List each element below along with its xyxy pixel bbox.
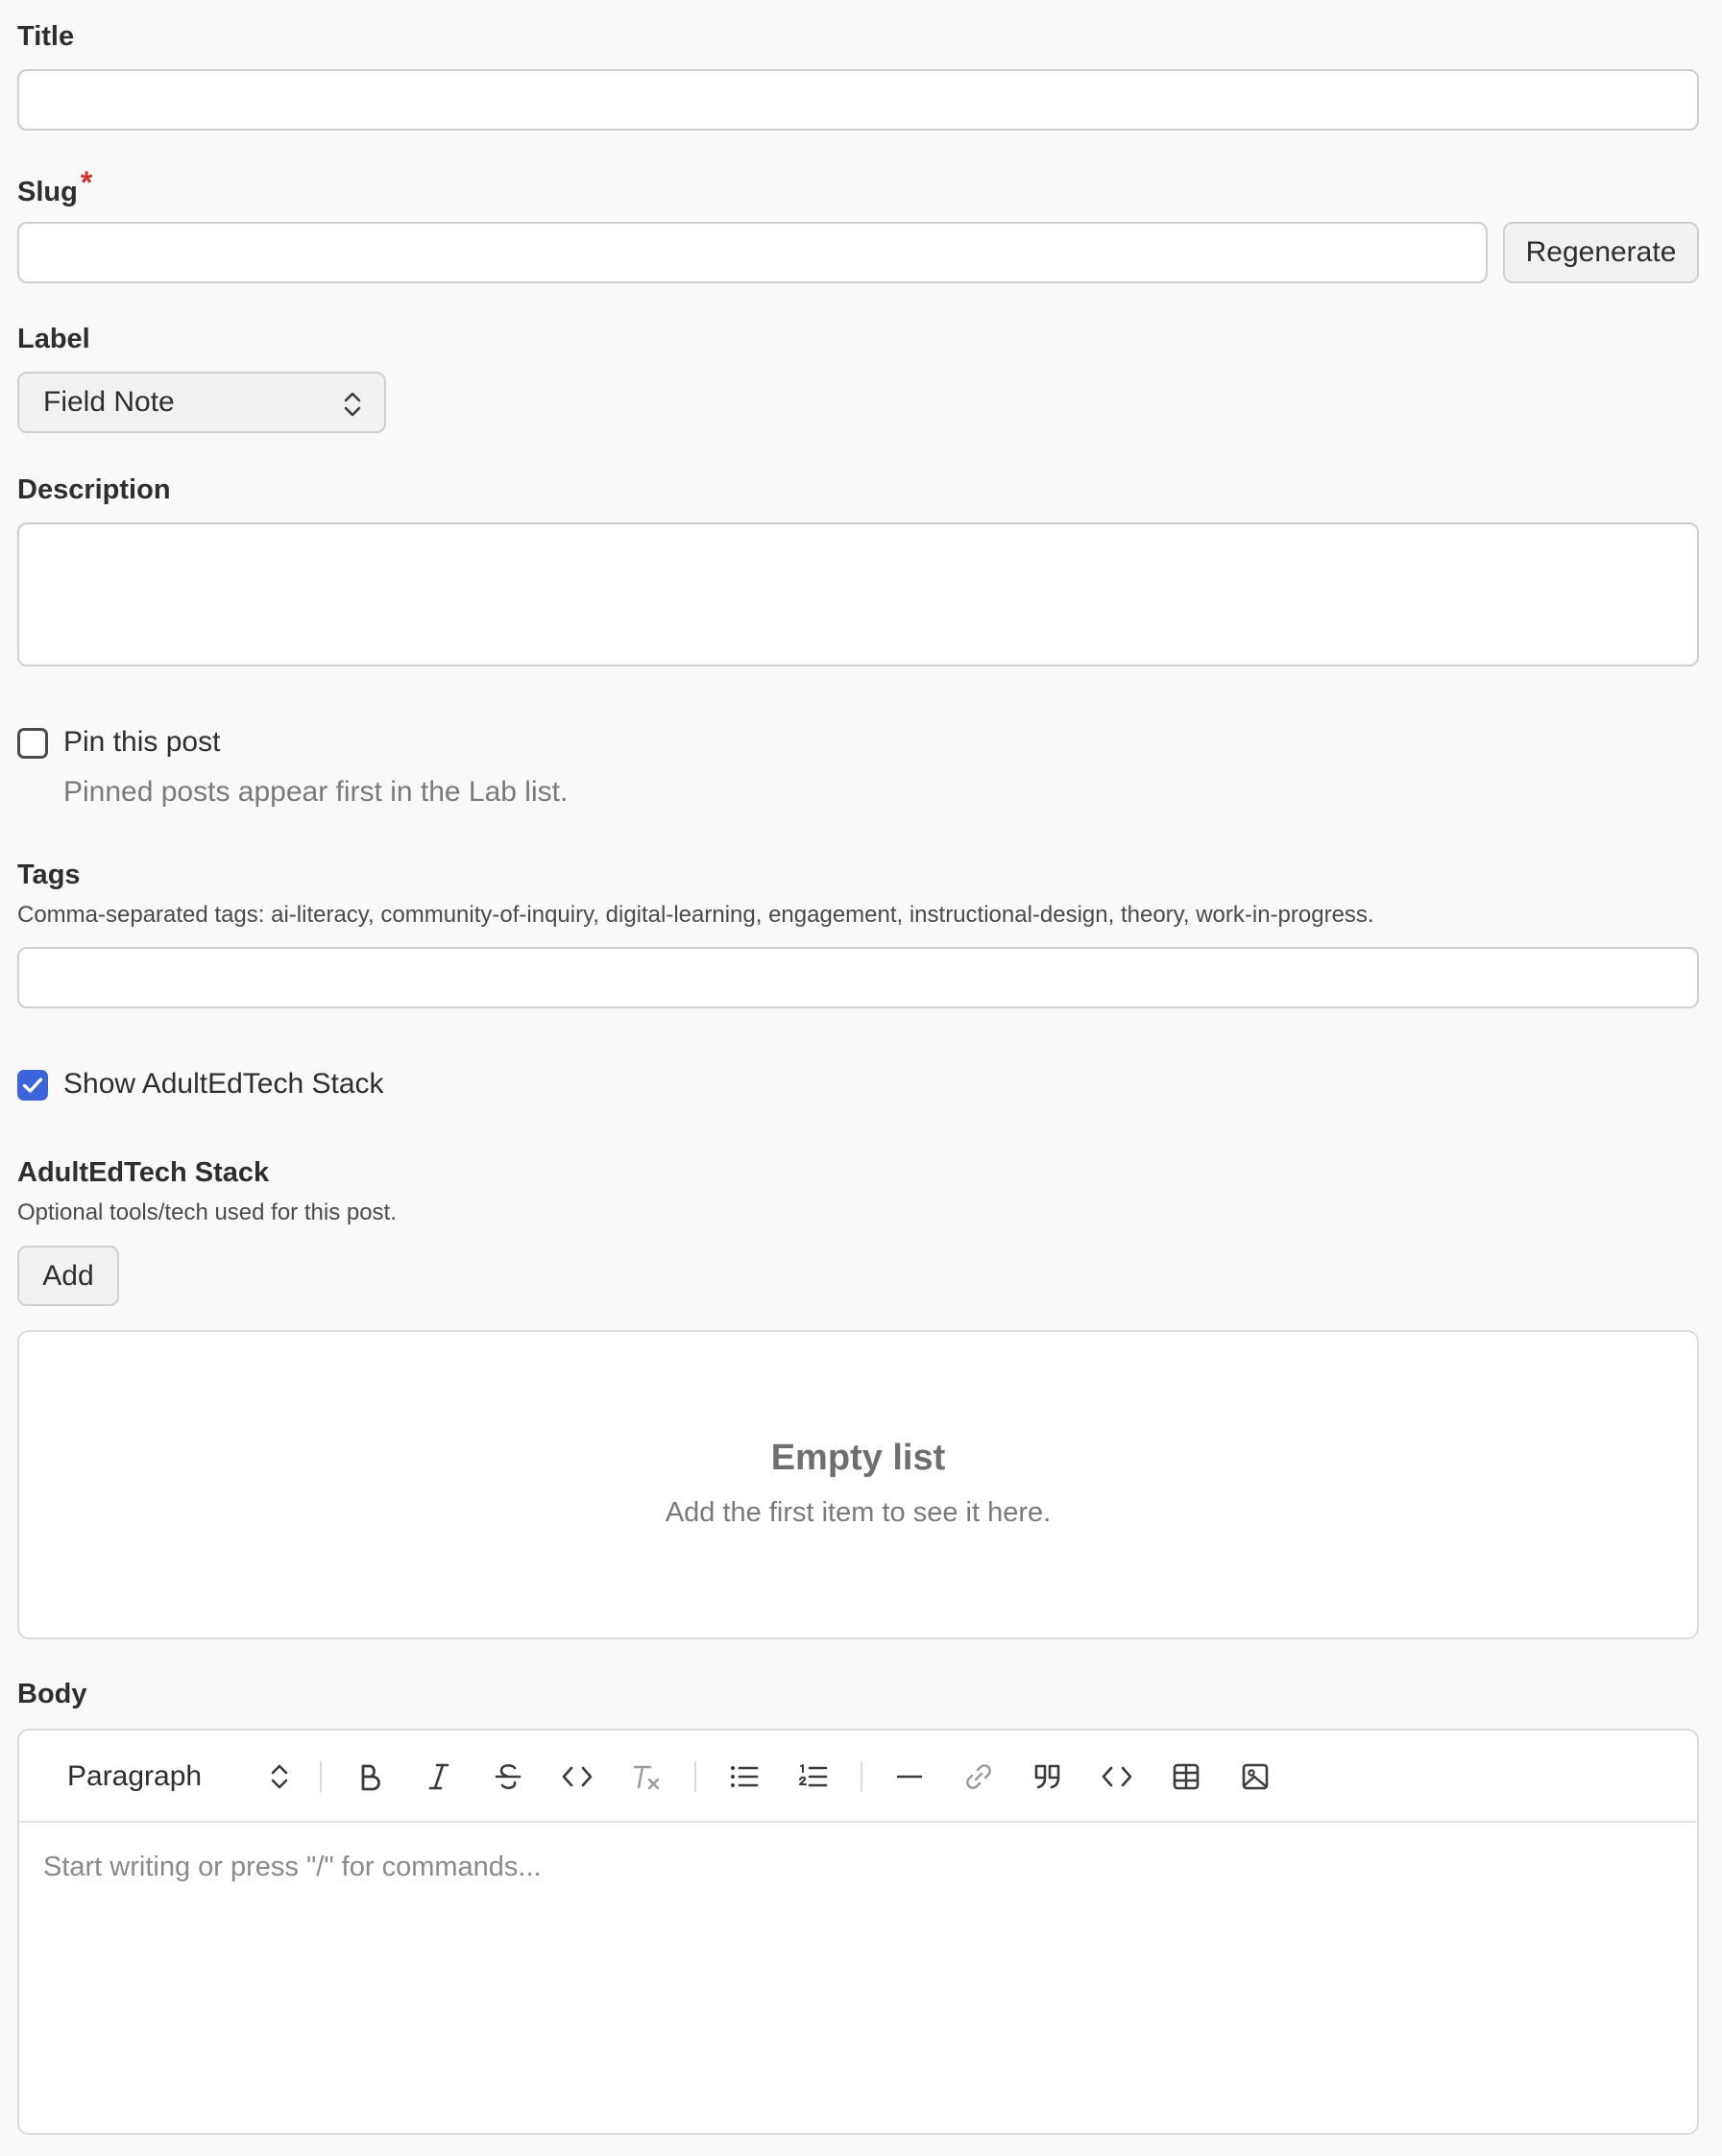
editor-placeholder[interactable]: Start writing or press "/" for commands.… [43,1852,542,1883]
strikethrough-icon[interactable] [485,1754,531,1800]
slug-label-text: Slug [17,177,78,207]
slug-label: Slug* [17,165,92,208]
empty-list-title: Empty list [770,1438,946,1478]
horizontal-rule-icon[interactable] [886,1754,933,1800]
toolbar-divider [694,1761,696,1792]
title-label: Title [17,21,75,52]
inline-code-icon[interactable] [554,1754,600,1800]
ordered-list-icon[interactable] [790,1754,837,1800]
tags-label: Tags [17,860,81,890]
label-label: Label [17,324,90,354]
clear-format-icon[interactable] [623,1754,669,1800]
block-type-value: Paragraph [67,1760,203,1792]
checkmark-icon [22,1078,43,1093]
pin-label: Pin this post [63,726,221,758]
body-editor: Paragraph Start writing or press "/" for… [17,1729,1699,2135]
slug-input[interactable] [17,222,1488,283]
empty-list-subtitle: Add the first item to see it here. [665,1497,1052,1528]
show-stack-checkbox[interactable] [17,1070,48,1101]
italic-icon[interactable] [416,1754,462,1800]
code-block-icon[interactable] [1094,1754,1140,1800]
description-textarea[interactable] [17,522,1699,666]
show-stack-label: Show AdultEdTech Stack [63,1068,384,1100]
bullet-list-icon[interactable] [721,1754,767,1800]
required-mark: * [80,165,93,200]
stack-help-text: Optional tools/tech used for this post. [17,1199,397,1225]
tags-input[interactable] [17,947,1699,1008]
stack-label: AdultEdTech Stack [17,1157,270,1188]
table-icon[interactable] [1163,1754,1209,1800]
label-select[interactable]: Field Note [17,372,386,433]
image-icon[interactable] [1232,1754,1278,1800]
tags-help-text: Comma-separated tags: ai-literacy, commu… [17,902,1374,928]
pin-help-text: Pinned posts appear first in the Lab lis… [63,776,569,808]
regenerate-button[interactable]: Regenerate [1503,222,1699,283]
toolbar-divider [861,1761,862,1792]
description-label: Description [17,474,171,505]
body-label: Body [17,1679,87,1709]
bold-icon[interactable] [347,1754,393,1800]
chevron-up-down-icon [342,390,363,419]
blockquote-icon[interactable] [1025,1754,1071,1800]
pin-checkbox[interactable] [17,728,48,759]
label-select-value: Field Note [43,386,175,418]
toolbar-divider [320,1761,322,1792]
title-input[interactable] [17,69,1699,131]
stack-list-panel: Empty list Add the first item to see it … [17,1330,1699,1639]
editor-toolbar: Paragraph [19,1731,1697,1823]
add-stack-item-button[interactable]: Add [17,1246,119,1306]
chevron-up-down-icon [269,1762,290,1791]
block-type-select[interactable]: Paragraph [50,1746,309,1807]
link-icon[interactable] [956,1754,1002,1800]
